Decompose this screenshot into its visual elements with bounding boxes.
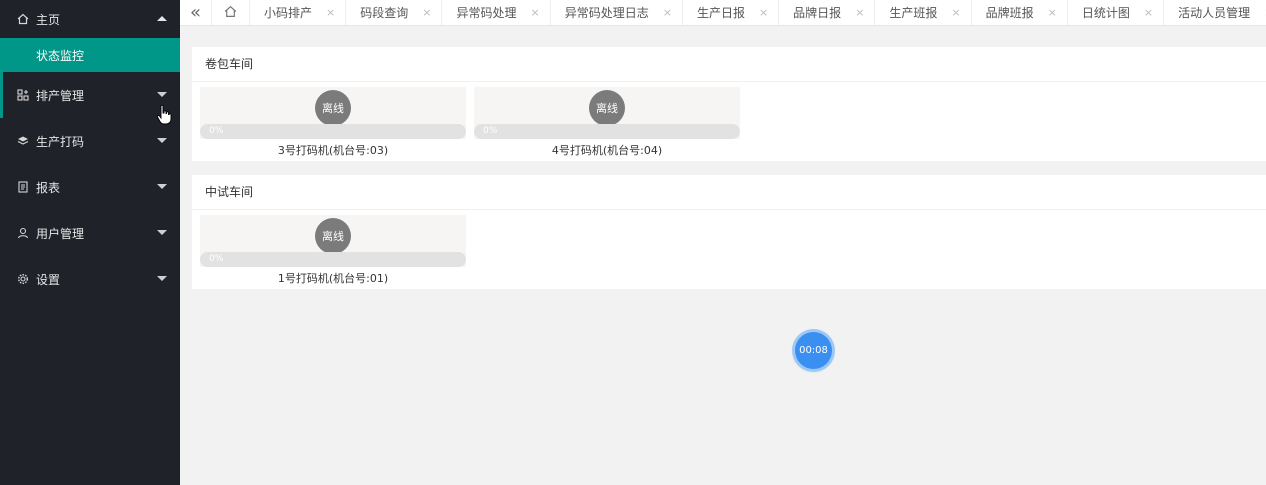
- close-icon[interactable]: ×: [1144, 6, 1153, 19]
- tab-home[interactable]: [212, 0, 250, 25]
- sidebar-item-label: 生产打码: [36, 134, 85, 149]
- close-icon[interactable]: ×: [759, 6, 768, 19]
- workshop-card: 卷包车间 离线 0% 3号打码机(机台号:03) 离线 0% 4号打码机(机台号…: [192, 47, 1266, 161]
- tab-exception-code-log[interactable]: 异常码处理日志 ×: [551, 0, 683, 25]
- machine-card[interactable]: 离线 0% 1号打码机(机台号:01): [200, 215, 466, 286]
- tab-code-segment-query[interactable]: 码段查询 ×: [346, 0, 443, 25]
- machine-card[interactable]: 离线 0% 4号打码机(机台号:04): [474, 87, 740, 158]
- main-content: 卷包车间 离线 0% 3号打码机(机台号:03) 离线 0% 4号打码机(机台号…: [180, 27, 1266, 485]
- close-icon[interactable]: ×: [422, 6, 431, 19]
- gear-icon: [16, 272, 30, 286]
- tab-production-shift[interactable]: 生产班报 ×: [875, 0, 972, 25]
- tab-brand-daily[interactable]: 品牌日报 ×: [779, 0, 876, 25]
- progress-bar: 0%: [200, 252, 466, 267]
- tab-label: 码段查询: [360, 6, 409, 20]
- machine-list: 离线 0% 3号打码机(机台号:03) 离线 0% 4号打码机(机台号:04): [192, 82, 1266, 161]
- close-icon[interactable]: ×: [326, 6, 335, 19]
- tab-production-daily[interactable]: 生产日报 ×: [683, 0, 780, 25]
- sidebar-item-home[interactable]: 主页: [0, 0, 180, 38]
- tab-exception-code-handling[interactable]: 异常码处理 ×: [442, 0, 551, 25]
- tab-label: 生产班报: [889, 6, 938, 20]
- sidebar-item-label: 主页: [36, 12, 61, 27]
- tab-label: 品牌班报: [985, 6, 1034, 20]
- sidebar-item-reports[interactable]: 报表: [0, 164, 180, 210]
- tab-label: 异常码处理: [456, 6, 517, 20]
- sidebar-item-user-management[interactable]: 用户管理: [0, 210, 180, 256]
- machine-card[interactable]: 离线 0% 3号打码机(机台号:03): [200, 87, 466, 158]
- sidebar-item-label: 用户管理: [36, 226, 85, 241]
- sidebar-item-label: 设置: [36, 272, 61, 287]
- progress-label: 0%: [209, 254, 224, 264]
- tab-active-personnel[interactable]: 活动人员管理×: [1164, 0, 1266, 25]
- tab-label: 活动人员管理: [1178, 6, 1251, 20]
- workshop-title: 卷包车间: [192, 47, 1266, 82]
- progress-label: 0%: [483, 126, 498, 136]
- tab-label: 生产日报: [696, 6, 745, 20]
- status-badge: 离线: [315, 218, 351, 254]
- progress-bar: 0%: [200, 124, 466, 139]
- timer-badge[interactable]: 00:08: [795, 332, 832, 369]
- collapse-sidebar-button[interactable]: «: [180, 0, 212, 25]
- sidebar-subitem-status-monitor[interactable]: 状态监控: [0, 38, 180, 72]
- status-badge: 离线: [589, 90, 625, 126]
- progress-label: 0%: [209, 126, 224, 136]
- chevron-down-icon: [157, 230, 167, 235]
- tab-label: 小码排产: [264, 6, 313, 20]
- tab-label: 品牌日报: [793, 6, 842, 20]
- hand-cursor-icon: [156, 104, 172, 125]
- tab-label: 异常码处理日志: [564, 6, 649, 20]
- chevron-down-icon: [157, 138, 167, 143]
- close-icon[interactable]: ×: [855, 6, 864, 19]
- sidebar-item-label: 报表: [36, 180, 61, 195]
- progress-bar: 0%: [474, 124, 740, 139]
- close-icon[interactable]: ×: [951, 6, 960, 19]
- sidebar-item-scheduling[interactable]: 排产管理: [0, 72, 180, 118]
- sidebar-item-production-coding[interactable]: 生产打码: [0, 118, 180, 164]
- sidebar-item-label: 排产管理: [36, 88, 85, 103]
- sidebar: 主页 状态监控 排产管理 生产打码 报表 用户管理 设置: [0, 0, 180, 485]
- user-icon: [16, 226, 30, 240]
- chevron-down-icon: [157, 184, 167, 189]
- machine-name: 4号打码机(机台号:04): [551, 144, 663, 157]
- tab-label: 日统计图: [1081, 6, 1130, 20]
- machine-name: 1号打码机(机台号:01): [277, 272, 389, 285]
- grid-add-icon: [16, 88, 30, 102]
- home-icon: [224, 5, 237, 21]
- close-icon[interactable]: ×: [530, 6, 539, 19]
- machine-name: 3号打码机(机台号:03): [277, 144, 389, 157]
- home-icon: [16, 12, 30, 26]
- tab-small-code-scheduling[interactable]: 小码排产 ×: [250, 0, 347, 25]
- tab-daily-chart[interactable]: 日统计图 ×: [1068, 0, 1165, 25]
- report-icon: [16, 180, 30, 194]
- workshop-card: 中试车间 离线 0% 1号打码机(机台号:01): [192, 175, 1266, 289]
- layers-icon: [16, 134, 30, 148]
- sidebar-item-settings[interactable]: 设置: [0, 256, 180, 302]
- close-icon[interactable]: ×: [663, 6, 672, 19]
- tab-brand-shift[interactable]: 品牌班报 ×: [972, 0, 1068, 25]
- status-badge: 离线: [315, 90, 351, 126]
- chevron-up-icon: [157, 16, 167, 21]
- chevron-down-icon: [157, 92, 167, 97]
- workshop-title: 中试车间: [192, 175, 1266, 210]
- machine-list: 离线 0% 1号打码机(机台号:01): [192, 210, 1266, 289]
- chevron-down-icon: [157, 276, 167, 281]
- tab-bar: « 小码排产 × 码段查询 × 异常码处理 × 异常码处理日志 × 生产日报 × 品牌日报…: [180, 0, 1266, 26]
- close-icon[interactable]: ×: [1048, 6, 1057, 19]
